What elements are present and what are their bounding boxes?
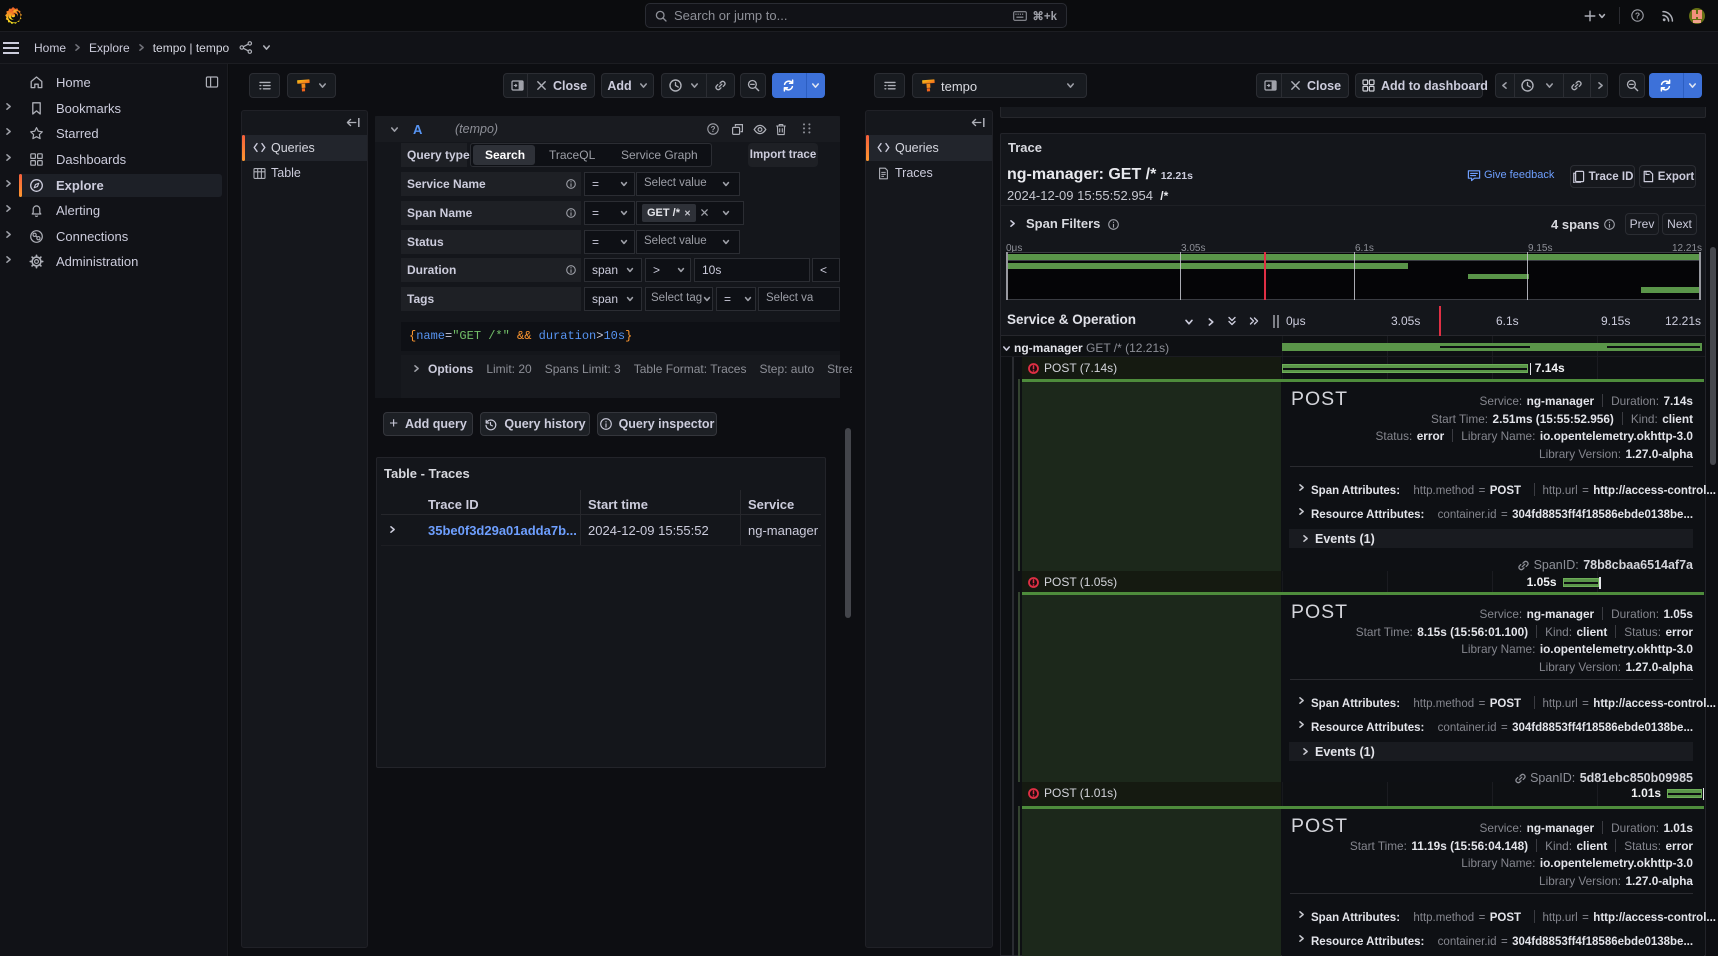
svg-text:?: ? <box>711 125 716 134</box>
svg-text:?: ? <box>1635 10 1640 20</box>
